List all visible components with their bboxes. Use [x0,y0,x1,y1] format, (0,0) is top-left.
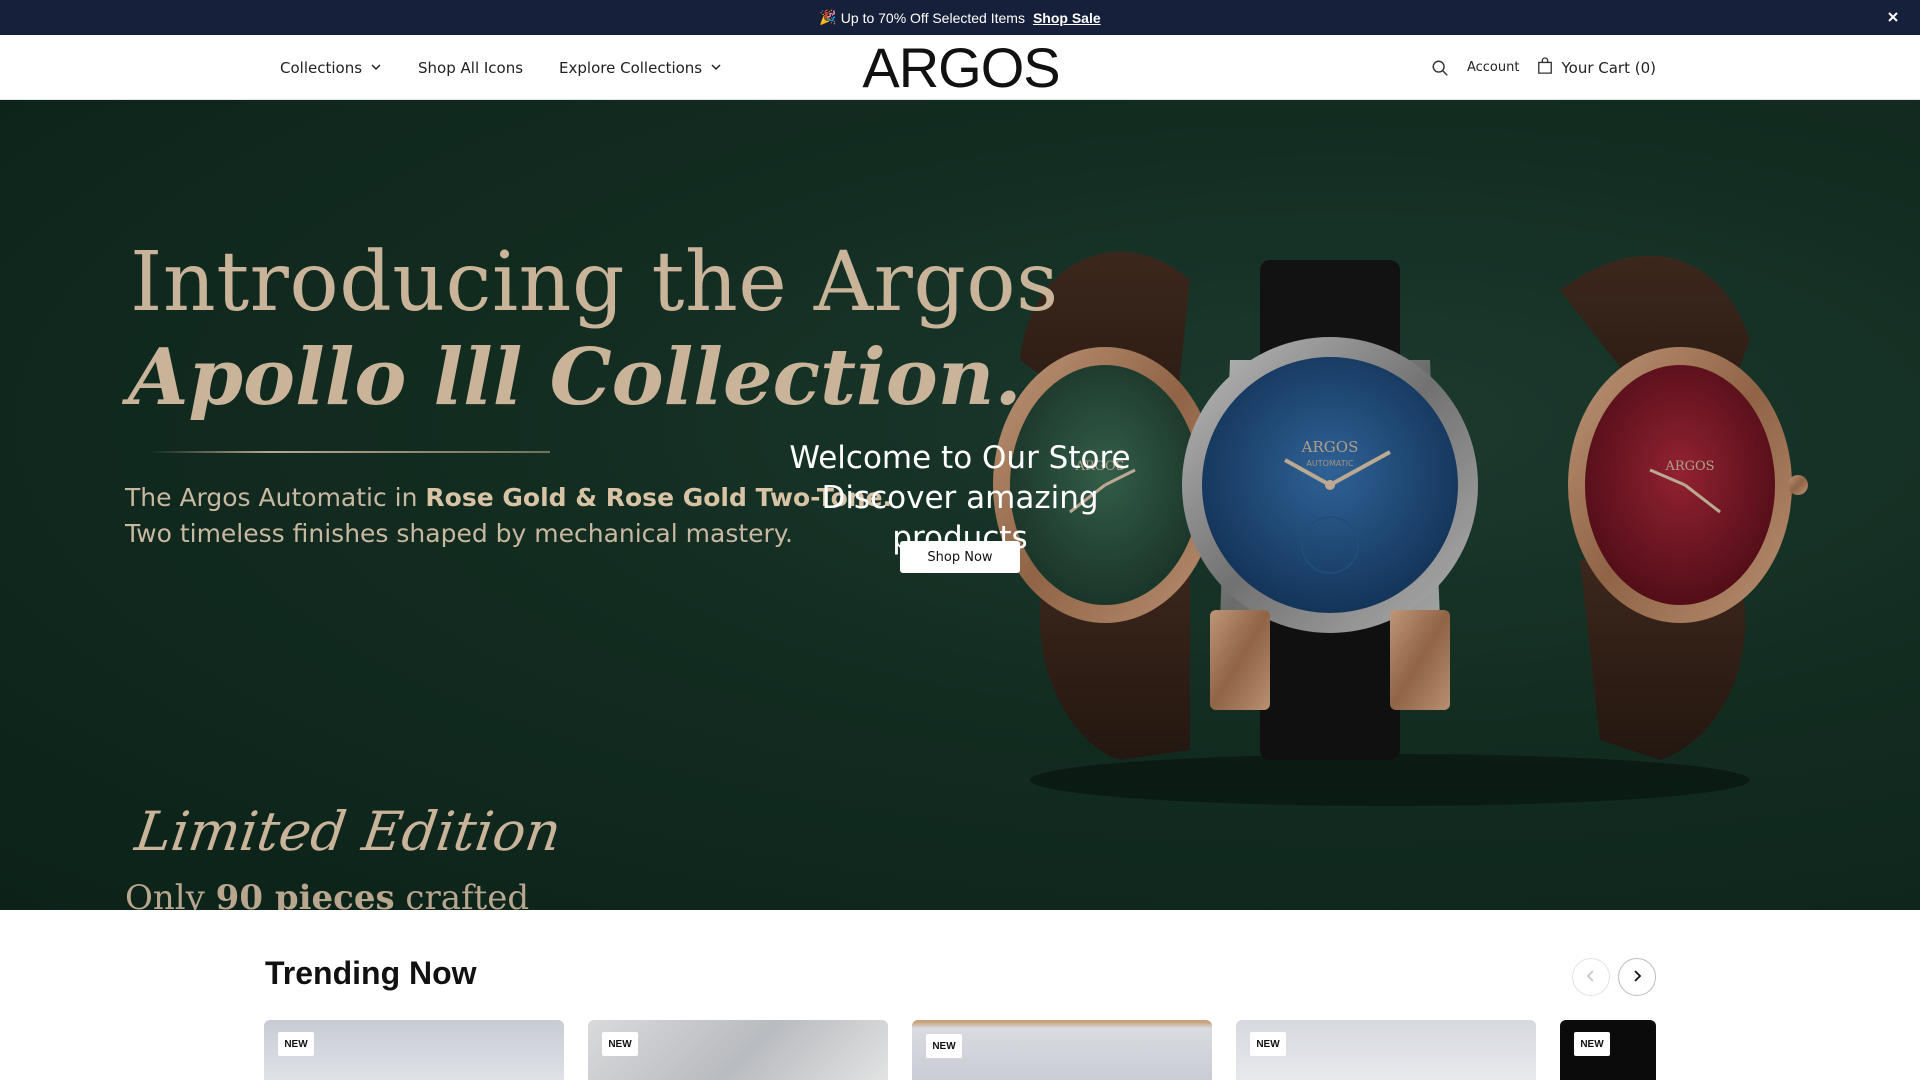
nav-collections[interactable]: Collections [280,59,382,77]
new-badge: NEW [926,1034,962,1058]
search-icon[interactable] [1429,57,1451,79]
hero-banner: ARGOS ARGOS ARGOS AUTOMATIC Introducing … [0,100,1920,910]
announcement-bar: 🎉 Up to 70% Off Selected Items Shop Sale [0,0,1920,35]
hero-subtitle-line2: Two timeless finishes shaped by mechanic… [125,519,793,548]
new-badge: NEW [1574,1032,1610,1056]
cart-button[interactable]: Your Cart (0) [1537,56,1656,79]
product-card[interactable]: NEW [588,1020,888,1080]
site-logo[interactable]: ARGOS [856,40,1066,96]
nav-collections-label: Collections [280,58,363,77]
site-header: Collections Shop All Icons Explore Colle… [0,35,1920,100]
trending-carousel: NEW NEW NEW NEW NEW [264,1020,1656,1080]
trending-title: Trending Now [265,955,477,991]
hero-title-line2: Apollo lll Collection. [128,332,1022,423]
close-icon[interactable] [1884,8,1902,26]
only-pieces-text: Only 90 pieces crafted [125,878,529,910]
product-card[interactable]: NEW [1560,1020,1656,1080]
hero-title-line1: Introducing the Argos [130,235,1059,330]
carousel-next-button[interactable] [1618,958,1656,996]
hero-overlay-text: Welcome to Our Store Discover amazing pr… [760,438,1160,558]
chevron-right-icon [1630,968,1644,987]
new-badge: NEW [1250,1032,1286,1056]
announcement-text: Up to 70% Off Selected Items [840,9,1025,26]
chevron-left-icon [1584,968,1598,987]
only-bold: 90 pieces [215,878,395,910]
product-card[interactable]: NEW [1236,1020,1536,1080]
cart-label: Your Cart (0) [1561,58,1656,77]
only-suffix: crafted [394,878,530,910]
main-nav: Collections Shop All Icons Explore Colle… [280,35,722,100]
shop-now-button[interactable]: Shop Now [900,541,1020,573]
shop-sale-link[interactable]: Shop Sale [1033,10,1101,26]
overlay-welcome: Welcome to Our Store [789,440,1131,476]
new-badge: NEW [278,1032,314,1056]
party-emoji: 🎉 [819,9,837,25]
nav-explore-collections-label: Explore Collections [559,58,703,77]
nav-explore-collections[interactable]: Explore Collections [559,59,722,77]
product-card[interactable]: NEW [912,1020,1212,1080]
nav-shop-all-icons-label: Shop All Icons [418,58,524,77]
carousel-prev-button[interactable] [1572,958,1610,996]
hero-subtitle-prefix: The Argos Automatic in [125,483,426,512]
nav-shop-all-icons[interactable]: Shop All Icons [418,59,523,77]
limited-edition-script: Limited Edition [131,800,565,863]
product-card[interactable]: NEW [264,1020,564,1080]
chevron-down-icon [370,59,382,77]
account-link[interactable]: Account [1467,60,1520,75]
chevron-down-icon [710,59,722,77]
new-badge: NEW [602,1032,638,1056]
only-prefix: Only [125,878,216,910]
bag-icon [1537,56,1553,79]
hero-divider [150,451,550,453]
header-actions: Account Your Cart (0) [1429,35,1656,100]
